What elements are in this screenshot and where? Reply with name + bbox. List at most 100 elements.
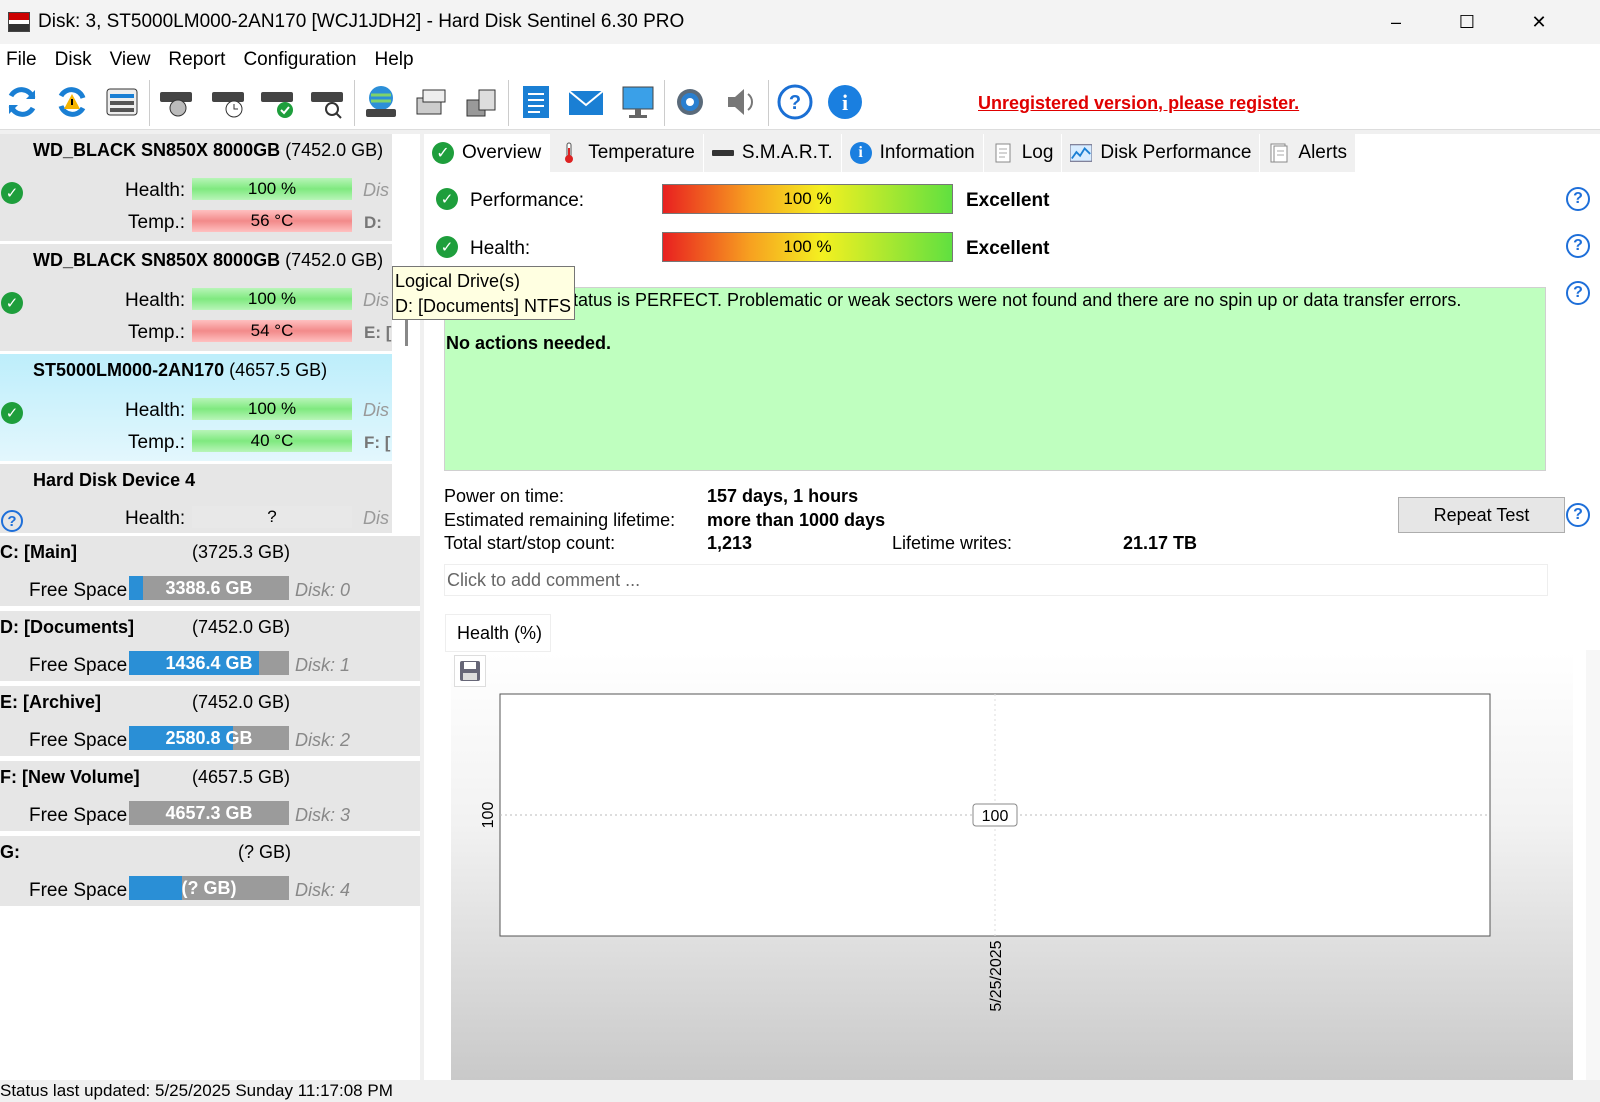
- disk-entry[interactable]: Hard Disk Device 4 ? Health: ? Dis: [0, 464, 392, 534]
- unknown-status-icon: ?: [1, 510, 23, 532]
- writes-label: Lifetime writes:: [892, 533, 1013, 553]
- status-bar: Status last updated: 5/25/2025 Sunday 11…: [0, 1080, 1600, 1102]
- menu-file[interactable]: File: [0, 49, 49, 71]
- menu-disk[interactable]: Disk: [49, 49, 104, 71]
- disk-info-label: Dis: [363, 180, 389, 200]
- tab-health-chart[interactable]: Health (%): [445, 614, 551, 652]
- disk-list-scrollbar[interactable]: [392, 134, 420, 534]
- volume-size: (3725.3 GB): [192, 542, 291, 562]
- free-space-label: Free Space: [29, 880, 128, 901]
- lifetime-value: more than 1000 days: [707, 510, 886, 530]
- health-label: Health:: [125, 508, 186, 529]
- volume-entry[interactable]: E: [Archive] (7452.0 GB) Free Space 2580…: [0, 686, 420, 758]
- monitor-icon[interactable]: [618, 82, 658, 122]
- tab-label: Alerts: [1298, 142, 1347, 163]
- health-help-icon[interactable]: ?: [1566, 234, 1590, 258]
- temp-bar: 56 °C: [192, 210, 352, 232]
- volume-disk: Disk: 0: [295, 580, 351, 600]
- menu-view[interactable]: View: [104, 49, 163, 71]
- disk-list-icon[interactable]: [102, 82, 142, 122]
- tab-overview[interactable]: ✓ Overview: [424, 134, 551, 172]
- health-label: Health:: [470, 238, 531, 259]
- tab-information[interactable]: i Information: [841, 134, 984, 172]
- tooltip-drive: D: [Documents] NTFS: [395, 296, 572, 316]
- toolbar: ? i Unregistered version, please registe…: [0, 76, 1600, 130]
- disk-schedule-icon[interactable]: [208, 82, 248, 122]
- disk-ok-icon[interactable]: [257, 82, 297, 122]
- volume-name: G:: [0, 842, 20, 862]
- minimize-button[interactable]: –: [1373, 8, 1419, 36]
- free-space-bar: (? GB): [129, 876, 289, 900]
- maximize-button[interactable]: ☐: [1444, 8, 1490, 36]
- performance-bar: 100 %: [662, 184, 953, 214]
- close-button[interactable]: ✕: [1516, 8, 1562, 36]
- disk-entry-selected[interactable]: ST5000LM000-2AN170 (4657.5 GB) ✓ Health:…: [0, 354, 392, 462]
- tab-alerts[interactable]: Alerts: [1260, 134, 1356, 172]
- drive-letter: F: [: [364, 433, 391, 452]
- tab-disk-performance[interactable]: Disk Performance: [1062, 134, 1261, 172]
- free-space-bar: 3388.6 GB: [129, 576, 289, 600]
- disk-search-icon[interactable]: [307, 82, 347, 122]
- tab-smart[interactable]: S.M.A.R.T.: [703, 134, 842, 172]
- email-icon[interactable]: [566, 82, 606, 122]
- disk-info-label: Dis: [363, 290, 389, 310]
- disk-entry[interactable]: WD_BLACK SN850X 8000GB (7452.0 GB) ✓ Hea…: [0, 244, 392, 352]
- health-bar: 100 %: [192, 398, 352, 420]
- tab-log[interactable]: Log: [983, 134, 1063, 172]
- disk-entry[interactable]: WD_BLACK SN850X 8000GB (7452.0 GB) ✓ Hea…: [0, 134, 392, 242]
- report-icon[interactable]: [516, 82, 556, 122]
- help-icon[interactable]: ?: [775, 82, 815, 122]
- app-icon: [8, 12, 30, 32]
- tooltip-title: Logical Drive(s): [395, 271, 521, 291]
- unregistered-link[interactable]: Unregistered version, please register.: [978, 93, 1299, 114]
- menu-report[interactable]: Report: [162, 49, 237, 71]
- volume-disk: Disk: 2: [295, 730, 351, 750]
- window-title: Disk: 3, ST5000LM000-2AN170 [WCJ1JDH2] -…: [38, 11, 685, 32]
- volume-entry[interactable]: C: [Main] (3725.3 GB) Free Space 3388.6 …: [0, 536, 420, 608]
- free-space-label: Free Space: [29, 805, 128, 826]
- chart-scrollbar[interactable]: [1586, 650, 1600, 1080]
- status-text: tatus is PERFECT. Problematic or weak se…: [573, 290, 1462, 310]
- health-bar: 100 %: [662, 232, 953, 262]
- volume-entry[interactable]: D: [Documents] (7452.0 GB) Free Space 14…: [0, 611, 420, 683]
- refresh-warning-icon[interactable]: [52, 82, 92, 122]
- tab-temperature[interactable]: Temperature: [550, 134, 704, 172]
- volume-name: D: [Documents]: [0, 617, 134, 637]
- gear-icon[interactable]: [670, 82, 710, 122]
- tab-label: S.M.A.R.T.: [741, 142, 833, 163]
- sound-icon[interactable]: [720, 82, 760, 122]
- volume-name: E: [Archive]: [0, 692, 102, 712]
- comment-field[interactable]: Click to add comment ...: [444, 564, 1548, 596]
- status-help-icon[interactable]: ?: [1566, 281, 1590, 305]
- network-disk-icon[interactable]: [361, 82, 401, 122]
- info-icon: i: [849, 142, 872, 164]
- disk-backup-icon[interactable]: [411, 82, 451, 122]
- ok-check-icon: ✓: [1, 182, 23, 204]
- tab-label: Information: [879, 142, 975, 163]
- disk-icon: [711, 142, 734, 164]
- volume-size: (4657.5 GB): [192, 767, 291, 787]
- ok-check-icon: ✓: [1, 292, 23, 314]
- toolbar-separator: [664, 80, 665, 126]
- volume-entry[interactable]: F: [New Volume] (4657.5 GB) Free Space 4…: [0, 761, 420, 833]
- repeat-test-help-icon[interactable]: ?: [1566, 503, 1590, 527]
- disk-test-icon[interactable]: [156, 82, 196, 122]
- menu-help[interactable]: Help: [368, 49, 425, 71]
- performance-help-icon[interactable]: ?: [1566, 187, 1590, 211]
- performance-label: Performance:: [470, 190, 585, 211]
- power-on-label: Power on time:: [444, 486, 565, 506]
- temp-label: Temp.:: [128, 432, 186, 453]
- details-panel: ✓ Overview Temperature S.M.A.R.T. i Info…: [424, 134, 1600, 1080]
- refresh-icon[interactable]: [2, 82, 42, 122]
- disk-tools-icon[interactable]: [461, 82, 501, 122]
- temp-label: Temp.:: [128, 212, 186, 233]
- repeat-test-button[interactable]: Repeat Test: [1398, 497, 1565, 533]
- volume-entry[interactable]: G: (? GB) Free Space (? GB) Disk: 4: [0, 836, 420, 908]
- x-tick-label: 5/25/2025: [988, 940, 1005, 1011]
- thermometer-icon: [558, 142, 580, 164]
- lifetime-label: Estimated remaining lifetime:: [444, 510, 676, 530]
- health-chart-area: 100 5/25/2025 100: [451, 652, 1573, 1080]
- info-icon[interactable]: i: [825, 82, 865, 122]
- menu-configuration[interactable]: Configuration: [237, 49, 368, 71]
- tab-label: Disk Performance: [1100, 142, 1252, 163]
